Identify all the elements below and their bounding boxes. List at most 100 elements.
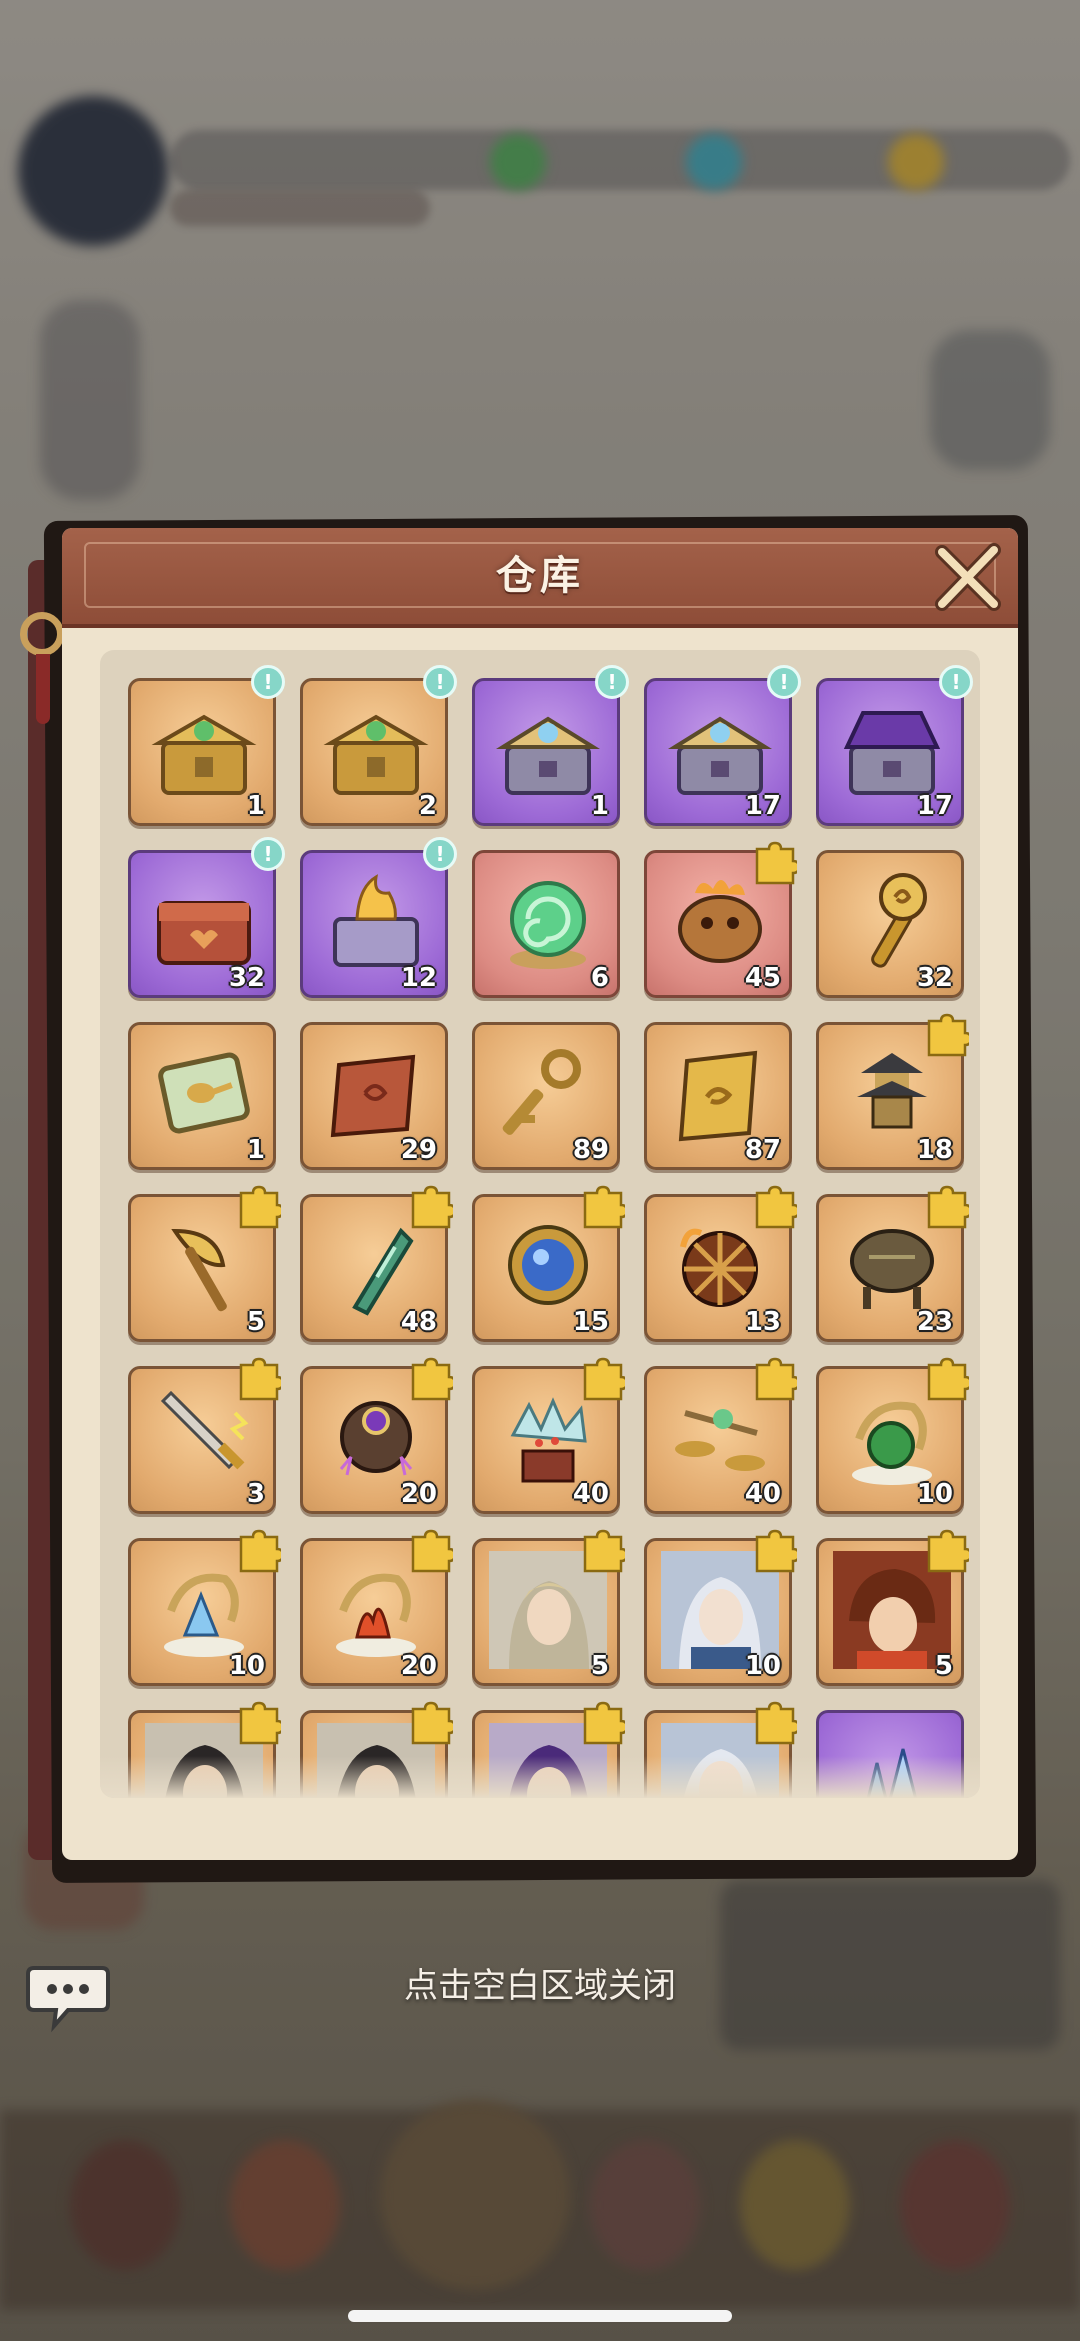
item-count: 48 bbox=[400, 1307, 437, 1337]
item-count: 10 bbox=[228, 1651, 265, 1681]
item-slot-gold-ticket[interactable]: 87 bbox=[644, 1022, 792, 1170]
puzzle-fragment-icon bbox=[753, 841, 801, 885]
scroll-fade bbox=[100, 1756, 980, 1798]
exclamation-badge-icon: ! bbox=[251, 665, 285, 699]
item-slot-treasure-chest-green-gem[interactable]: 1! bbox=[128, 665, 285, 826]
item-count: 17 bbox=[916, 791, 953, 821]
item-count: 32 bbox=[916, 963, 953, 993]
puzzle-fragment-icon bbox=[581, 1185, 629, 1229]
puzzle-fragment-icon bbox=[753, 1701, 801, 1745]
item-count: 1 bbox=[246, 1135, 265, 1165]
item-slot-treasure-chest-puzzle[interactable]: 2! bbox=[300, 665, 457, 826]
item-slot-dragon-jade-disc-fragment[interactable]: 10 bbox=[816, 1357, 973, 1514]
puzzle-fragment-icon bbox=[237, 1529, 285, 1573]
item-count: 32 bbox=[228, 963, 265, 993]
puzzle-fragment-icon bbox=[409, 1701, 457, 1745]
item-count: 29 bbox=[400, 1135, 437, 1165]
puzzle-fragment-icon bbox=[581, 1529, 629, 1573]
item-count: 1 bbox=[590, 791, 609, 821]
puzzle-fragment-icon bbox=[237, 1701, 285, 1745]
chest-gold-icon bbox=[317, 691, 435, 809]
item-slot-red-scroll[interactable]: 29 bbox=[300, 1022, 448, 1170]
item-slot-jade-scale-fragment[interactable]: 40 bbox=[644, 1357, 801, 1514]
exclamation-badge-icon: ! bbox=[939, 665, 973, 699]
item-slot-treasure-chest-blue-gem-2[interactable]: 17! bbox=[644, 665, 801, 826]
close-x-icon bbox=[935, 543, 1001, 611]
item-slot-flame-chest[interactable]: 12! bbox=[300, 837, 457, 998]
item-count: 45 bbox=[744, 963, 781, 993]
item-slot-fire-wheel-fragment[interactable]: 13 bbox=[644, 1185, 801, 1342]
item-slot-bronze-key[interactable]: 89 bbox=[472, 1022, 620, 1170]
item-slot-treasure-chest-purple-puzzle[interactable]: 17! bbox=[816, 665, 973, 826]
puzzle-fragment-icon bbox=[409, 1185, 457, 1229]
item-slot-crystal-bonsai-fragment[interactable]: 40 bbox=[472, 1357, 629, 1514]
item-slot-pagoda-fragment[interactable]: 18 bbox=[816, 1013, 973, 1170]
puzzle-fragment-icon bbox=[581, 1701, 629, 1745]
exclamation-badge-icon: ! bbox=[423, 665, 457, 699]
item-slot-hero-portrait-scholar[interactable]: 5 bbox=[472, 1529, 629, 1686]
item-count: 6 bbox=[590, 963, 609, 993]
exclamation-badge-icon: ! bbox=[595, 665, 629, 699]
item-count: 5 bbox=[934, 1651, 953, 1681]
item-count: 15 bbox=[572, 1307, 609, 1337]
item-slot-green-vortex-orb[interactable]: 6 bbox=[472, 850, 620, 998]
item-slot-hero-portrait-youth[interactable]: 5 bbox=[816, 1529, 973, 1686]
item-count: 20 bbox=[400, 1651, 437, 1681]
item-count: 17 bbox=[744, 791, 781, 821]
puzzle-fragment-icon bbox=[753, 1185, 801, 1229]
item-slot-treasure-chest-blue-gem[interactable]: 1! bbox=[472, 665, 629, 826]
item-count: 10 bbox=[916, 1479, 953, 1509]
puzzle-fragment-icon bbox=[925, 1357, 973, 1401]
item-count: 10 bbox=[744, 1651, 781, 1681]
item-slot-demon-mask-cauldron[interactable]: 45 bbox=[644, 841, 801, 998]
close-hint: 点击空白区域关闭 bbox=[404, 1966, 676, 2006]
item-count: 18 bbox=[916, 1135, 953, 1165]
chest-gold-icon bbox=[145, 691, 263, 809]
puzzle-fragment-icon bbox=[753, 1529, 801, 1573]
exclamation-badge-icon: ! bbox=[767, 665, 801, 699]
puzzle-fragment-icon bbox=[925, 1529, 973, 1573]
item-slot-golden-scepter[interactable]: 32 bbox=[816, 850, 964, 998]
item-count: 1 bbox=[246, 791, 265, 821]
item-count: 89 bbox=[572, 1135, 609, 1165]
item-slot-jade-blade-fragment[interactable]: 48 bbox=[300, 1185, 457, 1342]
item-count: 13 bbox=[744, 1307, 781, 1337]
warehouse-dialog: 仓库 1! 2! 1! 17! 17! 32! 12! 6 45 32 1 29 89 87 18 5 48 15… bbox=[62, 528, 1018, 1860]
item-slot-dark-amulet-fragment[interactable]: 20 bbox=[300, 1357, 457, 1514]
item-slot-golden-axe-fragment[interactable]: 5 bbox=[128, 1185, 285, 1342]
chat-button[interactable] bbox=[24, 1958, 112, 2034]
item-slot-hero-portrait-silver[interactable]: 10 bbox=[644, 1529, 801, 1686]
puzzle-fragment-icon bbox=[581, 1357, 629, 1401]
puzzle-fragment-icon bbox=[753, 1357, 801, 1401]
home-indicator[interactable] bbox=[348, 2310, 732, 2322]
item-count: 20 bbox=[400, 1479, 437, 1509]
close-button[interactable] bbox=[928, 538, 1008, 618]
item-count: 5 bbox=[246, 1307, 265, 1337]
item-slot-jade-spoon-tablet[interactable]: 1 bbox=[128, 1022, 276, 1170]
puzzle-fragment-icon bbox=[925, 1185, 973, 1229]
item-count: 12 bbox=[400, 963, 437, 993]
dialog-title: 仓库 bbox=[496, 553, 584, 599]
item-slot-lightning-sword-fragment[interactable]: 3 bbox=[128, 1357, 285, 1514]
item-count: 2 bbox=[418, 791, 437, 821]
item-slot-bronze-ding-fragment[interactable]: 23 bbox=[816, 1185, 973, 1342]
puzzle-fragment-icon bbox=[409, 1357, 457, 1401]
item-slot-dragon-fire-fragment[interactable]: 20 bbox=[300, 1529, 457, 1686]
item-count: 23 bbox=[916, 1307, 953, 1337]
exclamation-badge-icon: ! bbox=[423, 837, 457, 871]
item-count: 87 bbox=[744, 1135, 781, 1165]
puzzle-fragment-icon bbox=[237, 1357, 285, 1401]
item-count: 40 bbox=[744, 1479, 781, 1509]
item-count: 3 bbox=[246, 1479, 265, 1509]
tablet-icon bbox=[145, 1035, 263, 1153]
item-slot-sapphire-mirror-fragment[interactable]: 15 bbox=[472, 1185, 629, 1342]
puzzle-fragment-icon bbox=[925, 1013, 973, 1057]
item-count: 40 bbox=[572, 1479, 609, 1509]
chest-silver-icon bbox=[489, 691, 607, 809]
item-count: 5 bbox=[590, 1651, 609, 1681]
puzzle-fragment-icon bbox=[409, 1529, 457, 1573]
item-slot-dragon-ice-fragment[interactable]: 10 bbox=[128, 1529, 285, 1686]
item-grid-area[interactable]: 1! 2! 1! 17! 17! 32! 12! 6 45 32 1 29 89 87 18 5 48 15 13 2… bbox=[100, 650, 980, 1798]
exclamation-badge-icon: ! bbox=[251, 837, 285, 871]
item-slot-red-heart-chest[interactable]: 32! bbox=[128, 837, 285, 998]
